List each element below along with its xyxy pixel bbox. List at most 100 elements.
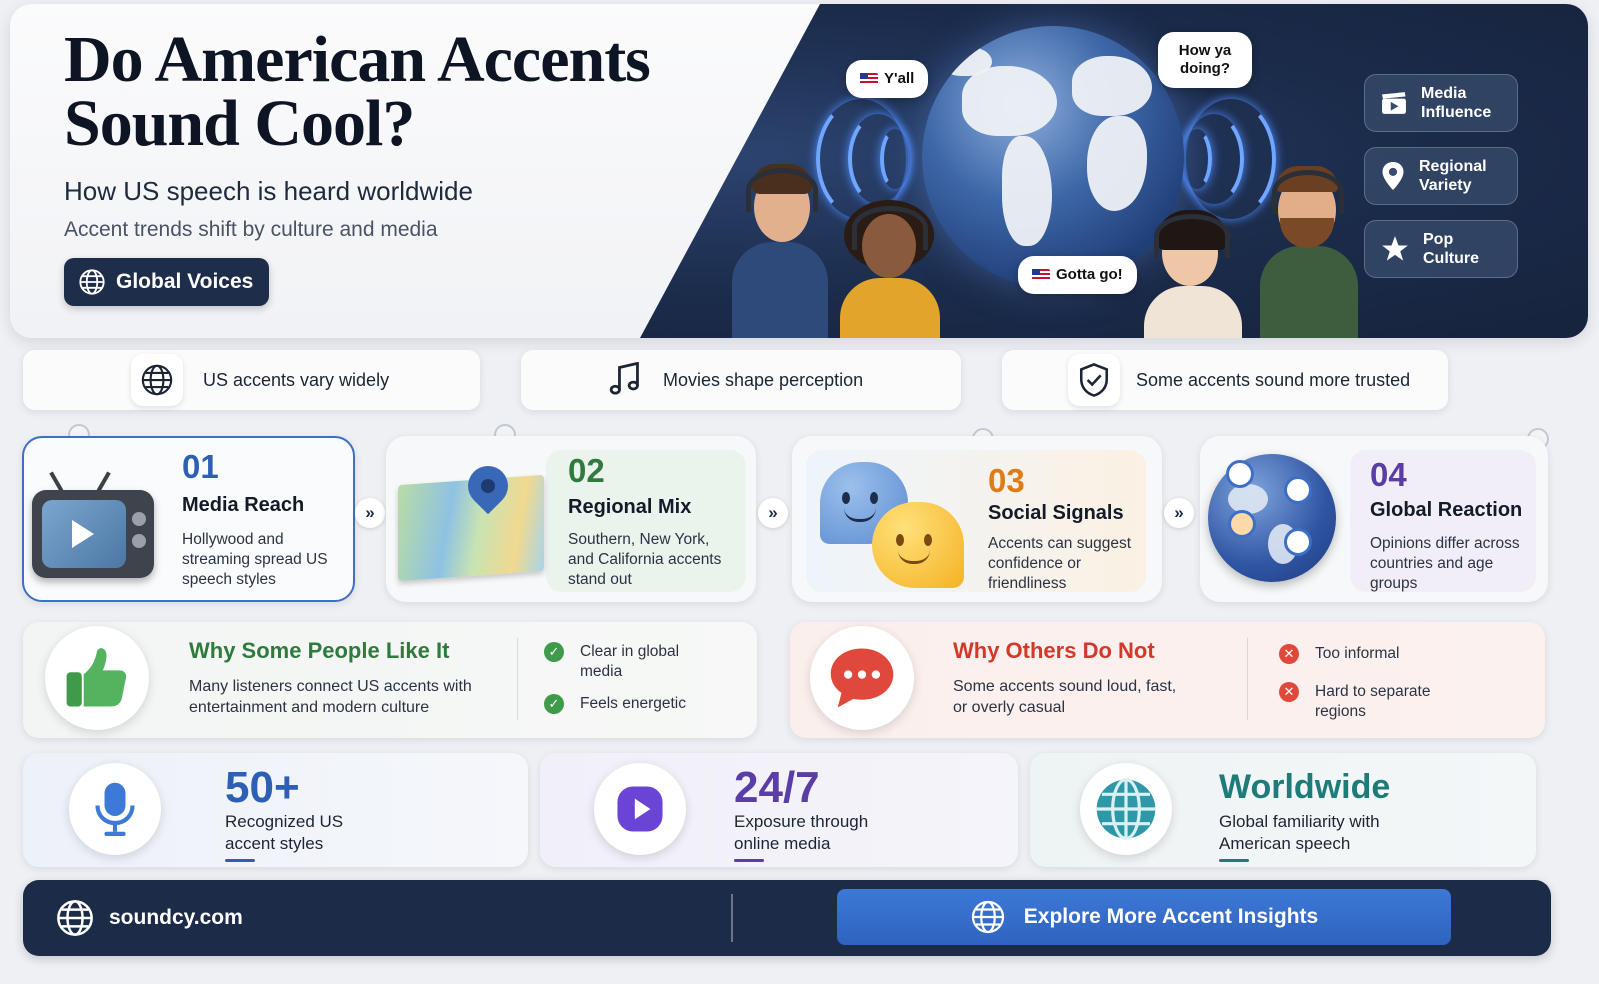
step-number: 01 [182, 448, 219, 485]
shield-check-icon [1068, 354, 1120, 406]
stat-underline [734, 859, 764, 862]
stat-card-worldwide: Worldwide Global familiarity with Americ… [1030, 753, 1536, 867]
opinion-card-dislike: Why Others Do Not Some accents sound lou… [790, 622, 1545, 738]
site-url: soundcy.com [109, 906, 243, 929]
x-icon: ✕ [1279, 682, 1299, 702]
pop-culture-label: Pop Culture [1423, 231, 1479, 267]
person-illustration [828, 200, 948, 338]
step-card-media-reach: 01 Media Reach Hollywood and streaming s… [22, 436, 355, 602]
chevron-right-icon: » [758, 498, 788, 528]
person-illustration [1254, 162, 1364, 338]
regional-variety-label: Regional Variety [1419, 158, 1487, 194]
media-influence-label: Media Influence [1421, 85, 1492, 121]
clapperboard-icon [1382, 92, 1406, 114]
site-link[interactable]: soundcy.com [55, 898, 243, 938]
person-illustration [1138, 210, 1248, 338]
microphone-icon [69, 763, 161, 855]
dislike-point-text: Hard to separate regions [1315, 683, 1431, 720]
like-point-text: Clear in global media [580, 643, 680, 680]
explore-more-label: Explore More Accent Insights [1023, 905, 1319, 928]
step-title: Global Reaction [1370, 499, 1523, 521]
check-icon: ✓ [544, 694, 564, 714]
hero-banner: Do American Accents Sound Cool? How US s… [10, 4, 1588, 338]
footer-bar: soundcy.com Explore More Accent Insights [23, 880, 1551, 956]
fact-pill-trusted: Some accents sound more trusted [1002, 350, 1448, 410]
globe-icon [57, 900, 93, 936]
media-influence-button[interactable]: Media Influence [1364, 74, 1518, 132]
globe-icon [79, 269, 105, 295]
speech-bubble-text: How ya doing? [1178, 42, 1232, 77]
like-point-text: Feels energetic [580, 695, 686, 712]
step-description: Opinions differ across countries and age… [1370, 535, 1520, 592]
us-flag-icon [860, 73, 878, 85]
opinion-card-like: Why Some People Like It Many listeners c… [23, 622, 757, 738]
speech-bubble-text: Gotta go! [1056, 266, 1123, 283]
stat-value: 50+ [225, 763, 300, 812]
divider [517, 638, 518, 720]
opinion-title: Why Others Do Not [953, 638, 1155, 663]
person-illustration [728, 162, 838, 338]
map-icon [398, 457, 544, 582]
stat-label: Exposure through online media [734, 812, 869, 853]
speech-bubble-yall: Y'all [846, 60, 929, 98]
pop-culture-button[interactable]: Pop Culture [1364, 220, 1518, 278]
globe-icon [1080, 763, 1172, 855]
stat-label: Global familiarity with American speech [1219, 812, 1380, 853]
step-title: Regional Mix [568, 496, 692, 518]
us-flag-icon [1032, 269, 1050, 281]
step-number: 02 [568, 452, 605, 489]
explore-more-button[interactable]: Explore More Accent Insights [837, 889, 1451, 945]
x-icon: ✕ [1279, 644, 1299, 664]
step-description: Southern, New York, and California accen… [568, 531, 722, 588]
step-title: Media Reach [182, 494, 305, 516]
global-voices-pill[interactable]: Global Voices [64, 258, 270, 306]
globe-people-icon [1208, 454, 1336, 582]
page-title: Do American Accents Sound Cool? [64, 23, 651, 160]
globe-icon [131, 354, 183, 406]
speech-bubble-text: Y'all [884, 70, 915, 87]
fact-pill-accents-vary: US accents vary widely [23, 350, 480, 410]
tv-icon [32, 468, 156, 580]
dislike-point: ✕ Too informal [1279, 644, 1399, 664]
thumbs-up-icon [45, 626, 149, 730]
dislike-point-text: Too informal [1315, 645, 1400, 662]
opinion-description: Many listeners connect US accents with e… [189, 678, 472, 716]
divider [731, 894, 733, 942]
stat-underline [225, 859, 255, 862]
star-icon [1382, 236, 1408, 261]
step-title: Social Signals [988, 502, 1124, 524]
fact-label: Some accents sound more trusted [1136, 369, 1411, 390]
divider [1247, 638, 1248, 720]
regional-variety-button[interactable]: Regional Variety [1364, 147, 1518, 205]
location-pin-icon [1382, 162, 1404, 190]
play-icon [594, 763, 686, 855]
stat-card-exposure: 24/7 Exposure through online media [540, 753, 1018, 867]
stat-value: 24/7 [734, 763, 820, 812]
chevron-right-icon: » [1164, 498, 1194, 528]
step-description: Hollywood and streaming spread US speech… [182, 531, 328, 588]
check-icon: ✓ [544, 642, 564, 662]
dislike-point: ✕ Hard to separate regions [1279, 682, 1445, 722]
chevron-right-icon: » [355, 498, 385, 528]
chat-bubble-icon [810, 626, 914, 730]
page-tagline: Accent trends shift by culture and media [64, 218, 438, 241]
stat-underline [1219, 859, 1249, 862]
step-description: Accents can suggest confidence or friend… [988, 535, 1132, 592]
step-number: 03 [988, 462, 1025, 499]
speech-bubble-gotta: Gotta go! [1018, 256, 1137, 294]
stat-value: Worldwide [1219, 768, 1391, 806]
page-subtitle: How US speech is heard worldwide [64, 176, 473, 206]
fact-label: US accents vary widely [203, 369, 390, 390]
step-card-regional-mix: 02 Regional Mix Southern, New York, and … [386, 436, 756, 602]
fact-pill-movies: Movies shape perception [521, 350, 961, 410]
chat-faces-icon [816, 460, 972, 590]
globe-icon [971, 900, 1004, 934]
fact-label: Movies shape perception [663, 369, 864, 390]
opinion-description: Some accents sound loud, fast, or overly… [953, 678, 1177, 716]
global-voices-label: Global Voices [116, 270, 254, 293]
step-card-global-reaction: 04 Global Reaction Opinions differ acros… [1200, 436, 1548, 602]
stat-label: Recognized US accent styles [225, 812, 344, 853]
step-card-social-signals: 03 Social Signals Accents can suggest co… [792, 436, 1162, 602]
like-point: ✓ Clear in global media [544, 642, 704, 682]
music-note-icon [599, 354, 651, 406]
